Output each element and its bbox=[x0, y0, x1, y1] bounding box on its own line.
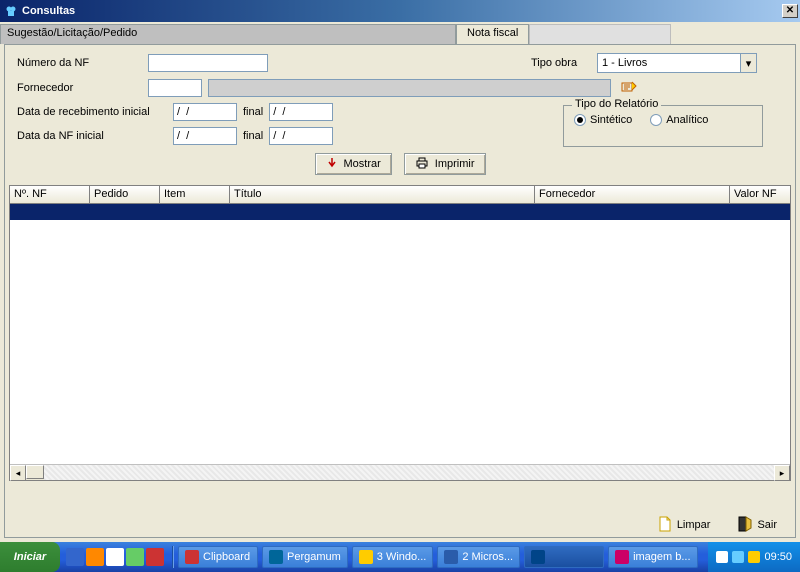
titlebar: Consultas ✕ bbox=[0, 0, 800, 22]
clock: 09:50 bbox=[764, 551, 792, 563]
label-numero-nf: Número da NF bbox=[17, 57, 142, 69]
task-icon bbox=[615, 550, 629, 564]
groupbox-tipo-relatorio: Tipo do Relatório Sintético Analítico bbox=[563, 105, 763, 147]
task-item[interactable]: imagem b... bbox=[608, 546, 697, 568]
close-button[interactable]: ✕ bbox=[782, 4, 798, 18]
task-item[interactable]: 2 Micros... bbox=[437, 546, 520, 568]
imprimir-button[interactable]: Imprimir bbox=[404, 153, 486, 175]
col-titulo[interactable]: Título bbox=[230, 186, 535, 203]
scroll-track[interactable] bbox=[44, 465, 774, 480]
exit-icon bbox=[738, 516, 752, 535]
tray-icon[interactable] bbox=[716, 551, 728, 563]
label-fornecedor: Fornecedor bbox=[17, 82, 142, 94]
button-label: Imprimir bbox=[435, 158, 475, 170]
divider bbox=[172, 546, 174, 568]
task-item[interactable]: Pergamum bbox=[262, 546, 348, 568]
task-item[interactable]: Clipboard bbox=[178, 546, 258, 568]
task-icon bbox=[185, 550, 199, 564]
label-data-nf: Data da NF inicial bbox=[17, 130, 167, 142]
button-label: Mostrar bbox=[344, 158, 381, 170]
task-label: Clipboard bbox=[203, 551, 250, 563]
mostrar-button[interactable]: Mostrar bbox=[315, 153, 392, 175]
form-area: Número da NF Tipo obra 1 - Livros ▾ Forn… bbox=[5, 45, 795, 185]
ql-icon[interactable] bbox=[86, 548, 104, 566]
link-label: Sair bbox=[757, 519, 777, 531]
arrow-down-icon bbox=[326, 157, 338, 172]
start-button[interactable]: Iniciar bbox=[0, 542, 60, 572]
input-numero-nf[interactable] bbox=[148, 54, 268, 72]
input-data-receb-final[interactable] bbox=[269, 103, 333, 121]
app-icon bbox=[4, 4, 18, 18]
printer-icon bbox=[415, 157, 429, 172]
radio-label: Sintético bbox=[590, 114, 632, 126]
label-final-1: final bbox=[243, 106, 263, 118]
input-data-nf-inicial[interactable] bbox=[173, 127, 237, 145]
horizontal-scrollbar[interactable]: ◂ ▸ bbox=[10, 464, 790, 480]
document-icon bbox=[658, 516, 672, 535]
scroll-right-icon[interactable]: ▸ bbox=[774, 465, 790, 481]
input-fornecedor-code[interactable] bbox=[148, 79, 202, 97]
grid-header: Nº. NF Pedido Item Título Fornecedor Val… bbox=[10, 186, 790, 204]
task-item[interactable]: 3 Windo... bbox=[352, 546, 434, 568]
link-label: Limpar bbox=[677, 519, 711, 531]
task-item-active[interactable] bbox=[524, 546, 604, 568]
footer-bar: Limpar Sair bbox=[5, 513, 795, 537]
col-fornecedor[interactable]: Fornecedor bbox=[535, 186, 730, 203]
ql-icon[interactable] bbox=[126, 548, 144, 566]
radio-icon bbox=[650, 114, 662, 126]
col-nf[interactable]: Nº. NF bbox=[10, 186, 90, 203]
label-final-2: final bbox=[243, 130, 263, 142]
tab-label: Sugestão/Licitação/Pedido bbox=[7, 27, 137, 39]
lookup-icon[interactable] bbox=[621, 80, 637, 97]
dropdown-value: 1 - Livros bbox=[602, 57, 647, 69]
col-valor[interactable]: Valor NF bbox=[730, 186, 790, 203]
tray-icon[interactable] bbox=[732, 551, 744, 563]
sair-button[interactable]: Sair bbox=[738, 516, 777, 535]
radio-icon bbox=[574, 114, 586, 126]
task-label: Pergamum bbox=[287, 551, 341, 563]
main-panel: Número da NF Tipo obra 1 - Livros ▾ Forn… bbox=[4, 44, 796, 538]
ql-icon[interactable] bbox=[106, 548, 124, 566]
radio-label: Analítico bbox=[666, 114, 708, 126]
limpar-button[interactable]: Limpar bbox=[658, 516, 711, 535]
label-data-receb: Data de recebimento inicial bbox=[17, 106, 167, 118]
task-icon bbox=[269, 550, 283, 564]
grid-body bbox=[10, 220, 790, 464]
input-fornecedor-desc[interactable] bbox=[208, 79, 611, 97]
window-title: Consultas bbox=[22, 5, 782, 17]
task-icon bbox=[359, 550, 373, 564]
quicklaunch bbox=[60, 548, 170, 566]
start-label: Iniciar bbox=[14, 551, 46, 563]
system-tray[interactable]: 09:50 bbox=[708, 542, 800, 572]
taskbar: Iniciar Clipboard Pergamum 3 Windo... 2 … bbox=[0, 542, 800, 572]
ql-icon[interactable] bbox=[66, 548, 84, 566]
label-tipo-obra: Tipo obra bbox=[531, 57, 591, 69]
tab-label: Nota fiscal bbox=[467, 27, 518, 39]
radio-analitico[interactable]: Analítico bbox=[650, 114, 708, 126]
chevron-down-icon[interactable]: ▾ bbox=[740, 54, 756, 72]
tray-icon[interactable] bbox=[748, 551, 760, 563]
tab-sugestao[interactable]: Sugestão/Licitação/Pedido bbox=[0, 24, 456, 44]
task-icon bbox=[444, 550, 458, 564]
task-icon bbox=[531, 550, 545, 564]
task-label: imagem b... bbox=[633, 551, 690, 563]
input-data-receb-inicial[interactable] bbox=[173, 103, 237, 121]
col-item[interactable]: Item bbox=[160, 186, 230, 203]
task-label: 2 Micros... bbox=[462, 551, 513, 563]
radio-sintetico[interactable]: Sintético bbox=[574, 114, 632, 126]
groupbox-legend: Tipo do Relatório bbox=[572, 98, 661, 110]
grid-selected-row[interactable] bbox=[10, 204, 790, 220]
scroll-left-icon[interactable]: ◂ bbox=[10, 465, 26, 481]
scroll-thumb[interactable] bbox=[26, 465, 44, 479]
tab-strip: Sugestão/Licitação/Pedido Nota fiscal bbox=[0, 22, 800, 44]
task-label: 3 Windo... bbox=[377, 551, 427, 563]
dropdown-tipo-obra[interactable]: 1 - Livros ▾ bbox=[597, 53, 757, 73]
tab-empty bbox=[529, 24, 671, 44]
ql-icon[interactable] bbox=[146, 548, 164, 566]
input-data-nf-final[interactable] bbox=[269, 127, 333, 145]
results-grid[interactable]: Nº. NF Pedido Item Título Fornecedor Val… bbox=[9, 185, 791, 481]
col-pedido[interactable]: Pedido bbox=[90, 186, 160, 203]
tab-nota-fiscal[interactable]: Nota fiscal bbox=[456, 24, 529, 44]
